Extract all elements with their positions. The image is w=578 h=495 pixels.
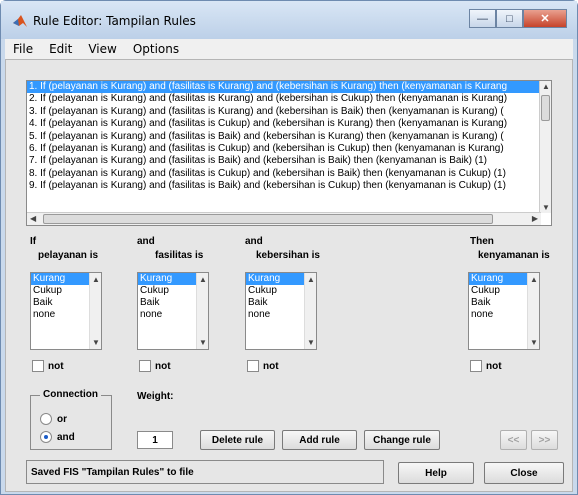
title-bar: Rule Editor: Tampilan Rules — □ ✕: [1, 1, 577, 39]
scroll-up-icon: ▲: [199, 275, 207, 284]
delete-rule-button[interactable]: Delete rule: [200, 430, 275, 450]
rule-item[interactable]: 2. If (pelayanan is Kurang) and (fasilit…: [27, 93, 551, 105]
or-radio[interactable]: [40, 413, 52, 425]
rule-list[interactable]: 1. If (pelayanan is Kurang) and (fasilit…: [26, 80, 552, 226]
fasilitas-label: fasilitas is: [155, 250, 204, 261]
scroll-up-icon: ▲: [307, 275, 315, 284]
scroll-thumb[interactable]: [43, 214, 493, 224]
kebersihan-listbox[interactable]: Kurang Cukup Baik none ▲ ▼: [245, 272, 317, 350]
not-label: not: [263, 361, 279, 372]
scroll-left-icon: ◀: [30, 214, 37, 223]
change-rule-button[interactable]: Change rule: [364, 430, 440, 450]
kenyamanan-label: kenyamanan is: [478, 250, 550, 261]
not-label: not: [486, 361, 502, 372]
window-title: Rule Editor: Tampilan Rules: [33, 14, 196, 28]
scroll-up-icon: ▲: [542, 82, 550, 91]
listbox-scrollbar[interactable]: ▲ ▼: [196, 273, 208, 349]
rule-item[interactable]: 9. If (pelayanan is Kurang) and (fasilit…: [27, 180, 551, 192]
close-window-button[interactable]: ✕: [523, 9, 567, 28]
scroll-down-icon: ▼: [542, 203, 550, 212]
menu-bar: File Edit View Options: [5, 39, 573, 59]
listbox-scrollbar[interactable]: ▲ ▼: [527, 273, 539, 349]
and-radio[interactable]: [40, 431, 52, 443]
minimize-icon: —: [477, 12, 488, 25]
scroll-right-icon: ▶: [531, 214, 538, 223]
pelayanan-not-checkbox[interactable]: [32, 360, 44, 372]
status-text: Saved FIS "Tampilan Rules" to file: [31, 466, 194, 478]
rule-item[interactable]: 4. If (pelayanan is Kurang) and (fasilit…: [27, 118, 551, 130]
kenyamanan-listbox[interactable]: Kurang Cukup Baik none ▲ ▼: [468, 272, 540, 350]
menu-file[interactable]: File: [5, 42, 41, 56]
previous-rule-button[interactable]: <<: [500, 430, 527, 450]
kebersihan-not-checkbox[interactable]: [247, 360, 259, 372]
matlab-logo-icon: [13, 15, 27, 27]
rule-item[interactable]: 7. If (pelayanan is Kurang) and (fasilit…: [27, 155, 551, 167]
weight-input[interactable]: 1: [137, 431, 173, 449]
listbox-scrollbar[interactable]: ▲ ▼: [304, 273, 316, 349]
pelayanan-listbox[interactable]: Kurang Cukup Baik none ▲ ▼: [30, 272, 102, 350]
or-label: or: [57, 414, 67, 425]
menu-edit[interactable]: Edit: [41, 42, 80, 56]
weight-label: Weight:: [137, 391, 174, 402]
scroll-down-icon: ▼: [307, 338, 315, 347]
and-label: and: [245, 236, 263, 247]
help-button[interactable]: Help: [398, 462, 474, 484]
scroll-up-icon: ▲: [530, 275, 538, 284]
rule-list-horizontal-scrollbar[interactable]: ◀ ▶: [27, 212, 541, 225]
fasilitas-not-checkbox[interactable]: [139, 360, 151, 372]
status-bar: Saved FIS "Tampilan Rules" to file: [26, 460, 384, 484]
not-label: not: [48, 361, 64, 372]
then-label: Then: [470, 236, 494, 247]
rule-item[interactable]: 1. If (pelayanan is Kurang) and (fasilit…: [27, 81, 551, 94]
pelayanan-label: pelayanan is: [38, 250, 99, 261]
scroll-up-icon: ▲: [92, 275, 100, 284]
not-label: not: [155, 361, 171, 372]
if-label: If: [30, 236, 37, 247]
maximize-icon: □: [506, 12, 513, 25]
rule-item[interactable]: 6. If (pelayanan is Kurang) and (fasilit…: [27, 143, 551, 155]
close-button[interactable]: Close: [484, 462, 564, 484]
scroll-thumb[interactable]: [541, 95, 550, 121]
rule-list-vertical-scrollbar[interactable]: ▲ ▼: [539, 81, 551, 213]
close-icon: ✕: [540, 13, 550, 25]
listbox-scrollbar[interactable]: ▲ ▼: [89, 273, 101, 349]
menu-view[interactable]: View: [80, 42, 124, 56]
fasilitas-listbox[interactable]: Kurang Cukup Baik none ▲ ▼: [137, 272, 209, 350]
scroll-down-icon: ▼: [199, 338, 207, 347]
maximize-button[interactable]: □: [496, 9, 523, 28]
scroll-down-icon: ▼: [92, 338, 100, 347]
connection-title: Connection: [40, 389, 101, 400]
scroll-down-icon: ▼: [530, 338, 538, 347]
minimize-button[interactable]: —: [469, 9, 496, 28]
next-rule-button[interactable]: >>: [531, 430, 558, 450]
rule-item[interactable]: 3. If (pelayanan is Kurang) and (fasilit…: [27, 106, 551, 118]
add-rule-button[interactable]: Add rule: [282, 430, 357, 450]
kebersihan-label: kebersihan is: [256, 250, 320, 261]
rule-item[interactable]: 5. If (pelayanan is Kurang) and (fasilit…: [27, 131, 551, 143]
menu-options[interactable]: Options: [125, 42, 187, 56]
and-radio-label: and: [57, 432, 75, 443]
kenyamanan-not-checkbox[interactable]: [470, 360, 482, 372]
and-label: and: [137, 236, 155, 247]
rule-item[interactable]: 8. If (pelayanan is Kurang) and (fasilit…: [27, 168, 551, 180]
